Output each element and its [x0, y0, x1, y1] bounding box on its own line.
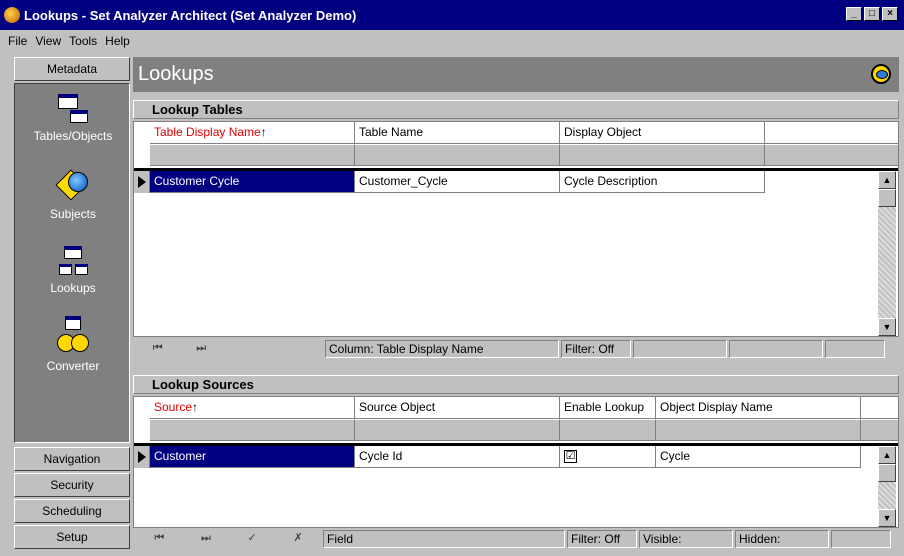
page-header: Lookups	[133, 57, 899, 92]
first-record-icon[interactable]: ⏮	[153, 340, 163, 358]
sidebar-label-subjects: Subjects	[49, 207, 97, 221]
metadata-panel: Tables/Objects Subjects Lookups Converte…	[14, 83, 130, 443]
sidebar-item-converter[interactable]: Converter	[15, 316, 131, 373]
menu-tools[interactable]: Tools	[65, 34, 101, 48]
sidebar-label-tables-objects: Tables/Objects	[33, 129, 113, 143]
row-indicator-icon	[134, 446, 150, 468]
converter-icon	[56, 316, 90, 356]
filter-cell[interactable]	[355, 419, 560, 441]
table-row-cell[interactable]: Cycle	[656, 446, 861, 468]
status-filter: Filter: Off	[567, 530, 637, 548]
status-hidden: Hidden:	[735, 530, 829, 548]
filter-cell	[765, 144, 898, 166]
column-header-source[interactable]: Source↑	[150, 397, 355, 419]
column-header-table-display-name[interactable]: Table Display Name↑	[150, 122, 355, 144]
menu-file[interactable]: File	[4, 34, 31, 48]
title-bar: Lookups - Set Analyzer Architect (Set An…	[0, 0, 904, 30]
filter-cell[interactable]	[150, 419, 355, 441]
sidebar-item-lookups[interactable]: Lookups	[15, 244, 131, 295]
table-icon	[56, 92, 90, 126]
scroll-down-icon[interactable]: ▼	[878, 318, 896, 336]
filter-cell[interactable]	[355, 144, 560, 166]
sidebar-label-converter: Converter	[46, 359, 100, 373]
sort-arrow-icon: ↑	[260, 125, 267, 139]
enable-lookup-checkbox[interactable]: ☑	[564, 450, 577, 463]
table-row-cell[interactable]: Customer	[150, 446, 355, 468]
column-header-enable-lookup[interactable]: Enable Lookup	[560, 397, 656, 419]
status-filter: Filter: Off	[561, 340, 631, 358]
lookup-tables-grid: Table Display Name↑ Table Name Display O…	[133, 121, 899, 337]
filter-cell[interactable]	[560, 144, 765, 166]
vertical-scrollbar[interactable]: ▲ ▼	[878, 171, 896, 336]
sidebar-label-lookups: Lookups	[50, 281, 96, 295]
sidebar-item-subjects[interactable]: Subjects	[15, 169, 131, 221]
column-header-empty	[765, 122, 898, 144]
metadata-button[interactable]: Metadata	[14, 57, 130, 81]
main-panel: Lookups Lookup Tables Table Display Name…	[133, 57, 901, 553]
scroll-down-icon[interactable]: ▼	[878, 509, 896, 527]
status-field: Field	[323, 530, 565, 548]
column-header-object-display-name[interactable]: Object Display Name	[656, 397, 861, 419]
navigation-button[interactable]: Navigation	[14, 447, 130, 471]
enable-lookup-checkbox-cell[interactable]: ☑	[560, 446, 656, 468]
window-title: Lookups - Set Analyzer Architect (Set An…	[24, 7, 357, 23]
filter-cell[interactable]	[656, 419, 861, 441]
lookup-sources-header: Lookup Sources	[133, 375, 899, 394]
filter-cell[interactable]	[560, 419, 656, 441]
table-row-cell[interactable]: Cycle Description	[560, 171, 765, 193]
lookup-tables-header: Lookup Tables	[133, 100, 899, 119]
left-navigation: Metadata Tables/Objects Subjects Lookups	[14, 57, 130, 553]
setup-button[interactable]: Setup	[14, 525, 130, 549]
last-record-icon[interactable]: ⏭	[201, 530, 211, 548]
post-record-icon[interactable]: ✓	[248, 530, 257, 548]
scroll-up-icon[interactable]: ▲	[878, 171, 896, 189]
row-indicator-icon	[134, 171, 150, 193]
close-button[interactable]: ×	[882, 7, 898, 21]
scroll-up-icon[interactable]: ▲	[878, 446, 896, 464]
maximize-button[interactable]: □	[864, 7, 880, 21]
table-row-cell[interactable]: Customer_Cycle	[355, 171, 560, 193]
lookup-sources-grid: Source↑ Source Object Enable Lookup Obje…	[133, 396, 899, 528]
scheduling-button[interactable]: Scheduling	[14, 499, 130, 523]
first-record-icon[interactable]: ⏮	[154, 530, 164, 548]
vertical-scrollbar[interactable]: ▲ ▼	[878, 446, 896, 527]
menu-help[interactable]: Help	[101, 34, 134, 48]
app-icon	[4, 7, 20, 23]
last-record-icon[interactable]: ⏭	[196, 340, 206, 358]
security-button[interactable]: Security	[14, 473, 130, 497]
column-header-source-object[interactable]: Source Object	[355, 397, 560, 419]
menu-view[interactable]: View	[31, 34, 65, 48]
cancel-record-icon[interactable]: ✗	[293, 530, 302, 548]
filter-cell[interactable]	[150, 144, 355, 166]
scroll-thumb[interactable]	[878, 464, 896, 482]
status-visible: Visible:	[639, 530, 733, 548]
lookup-tables-statusbar: ⏮ ⏭ Column: Table Display Name Filter: O…	[133, 339, 899, 359]
lookup-icon	[56, 244, 90, 278]
minimize-button[interactable]: _	[846, 7, 862, 21]
sidebar-item-tables-objects[interactable]: Tables/Objects	[15, 92, 131, 143]
sort-arrow-icon: ↑	[192, 400, 199, 414]
page-title: Lookups	[138, 63, 214, 85]
menu-bar: File View Tools Help	[0, 31, 904, 51]
database-icon[interactable]	[871, 64, 891, 84]
table-row-cell[interactable]: Cycle Id	[355, 446, 560, 468]
scroll-thumb[interactable]	[878, 189, 896, 207]
lookup-sources-statusbar: ⏮ ⏭ ✓ ✗ Field Filter: Off Visible: Hidde…	[133, 529, 899, 549]
column-header-display-object[interactable]: Display Object	[560, 122, 765, 144]
table-row-cell[interactable]: Customer Cycle	[150, 171, 355, 193]
globe-icon	[55, 169, 90, 204]
column-header-table-name[interactable]: Table Name	[355, 122, 560, 144]
status-column: Column: Table Display Name	[325, 340, 559, 358]
